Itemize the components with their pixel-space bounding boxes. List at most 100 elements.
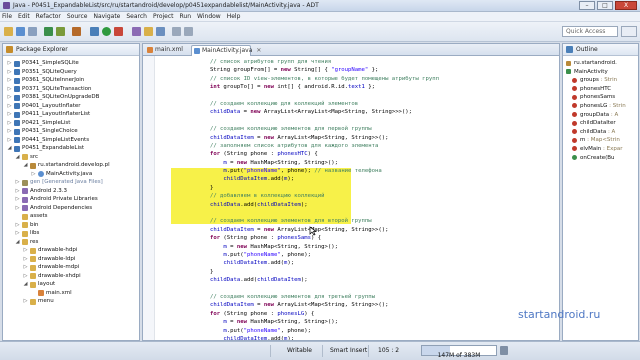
- collapsed-arrow-icon[interactable]: ▷: [15, 195, 20, 204]
- tree-item[interactable]: ▷ MainActivity.java: [3, 170, 139, 179]
- tree-item[interactable]: ▷ P0361_SQLiteInnerJoin: [3, 76, 139, 85]
- expanded-arrow-icon[interactable]: ◢: [15, 153, 20, 162]
- menu-file[interactable]: File: [2, 13, 12, 20]
- tree-item[interactable]: ▷ drawable-hdpi: [3, 246, 139, 255]
- outline-item[interactable]: groups : Strin: [563, 76, 638, 85]
- collapsed-arrow-icon[interactable]: ▷: [23, 255, 28, 264]
- collapsed-arrow-icon[interactable]: ▷: [15, 187, 20, 196]
- external-tools-icon[interactable]: [114, 27, 123, 36]
- menu-search[interactable]: Search: [126, 13, 147, 20]
- collapsed-arrow-icon[interactable]: ▷: [23, 263, 28, 272]
- new-icon[interactable]: [4, 27, 13, 36]
- outline-item[interactable]: elvMain : Expar: [563, 145, 638, 154]
- perspective-icon[interactable]: [621, 26, 637, 37]
- avd-manager-icon[interactable]: [56, 27, 65, 36]
- outline-item[interactable]: phonesHTC: [563, 85, 638, 94]
- tree-item[interactable]: ◢ src: [3, 153, 139, 162]
- menu-run[interactable]: Run: [180, 13, 192, 20]
- tree-item[interactable]: ▷ bin: [3, 221, 139, 230]
- expanded-arrow-icon[interactable]: ◢: [15, 238, 20, 247]
- outline-item[interactable]: phonesLG : Strin: [563, 102, 638, 111]
- outline-item[interactable]: phonesSams: [563, 93, 638, 102]
- menu-project[interactable]: Project: [153, 13, 174, 20]
- close-button[interactable]: X: [615, 1, 637, 10]
- tree-item[interactable]: ◢ layout: [3, 280, 139, 289]
- collapsed-arrow-icon[interactable]: ▷: [7, 68, 12, 77]
- tree-item[interactable]: assets: [3, 212, 139, 221]
- search-icon[interactable]: [156, 27, 165, 36]
- tree-item[interactable]: ▷ Android Dependencies: [3, 204, 139, 213]
- tree-item[interactable]: ▷ P0421_SimpleList: [3, 119, 139, 128]
- tree-item[interactable]: ▷ P0441_SimpleListEvents: [3, 136, 139, 145]
- outline-item[interactable]: MainActivity: [563, 68, 638, 77]
- outline-item[interactable]: groupData : A: [563, 111, 638, 120]
- back-icon[interactable]: [172, 27, 181, 36]
- collapsed-arrow-icon[interactable]: ▷: [23, 272, 28, 281]
- collapsed-arrow-icon[interactable]: ▷: [31, 170, 36, 179]
- tree-item[interactable]: main.xml: [3, 289, 139, 298]
- maximize-button[interactable]: □: [597, 1, 613, 10]
- garbage-collect-icon[interactable]: [500, 346, 508, 355]
- run-icon[interactable]: [102, 27, 111, 36]
- collapsed-arrow-icon[interactable]: ▷: [15, 204, 20, 213]
- collapsed-arrow-icon[interactable]: ▷: [23, 246, 28, 255]
- collapsed-arrow-icon[interactable]: ▷: [15, 178, 20, 187]
- tree-item[interactable]: ▷ P0371_SQLiteTransaction: [3, 85, 139, 94]
- expanded-arrow-icon[interactable]: ◢: [7, 144, 12, 153]
- tree-item[interactable]: ▷ P0411_LayoutInflaterList: [3, 110, 139, 119]
- expanded-arrow-icon[interactable]: ◢: [23, 280, 28, 289]
- menu-help[interactable]: Help: [227, 13, 241, 20]
- tree-item[interactable]: ▷ P0351_SQLiteQuery: [3, 68, 139, 77]
- tree-item[interactable]: ◢ P0451_ExpandableList: [3, 144, 139, 153]
- collapsed-arrow-icon[interactable]: ▷: [15, 221, 20, 230]
- expanded-arrow-icon[interactable]: ◢: [23, 161, 28, 170]
- collapsed-arrow-icon[interactable]: ▷: [7, 76, 12, 85]
- tree-item[interactable]: ▷ drawable-xhdpi: [3, 272, 139, 281]
- new-class-icon[interactable]: [132, 27, 141, 36]
- menu-edit[interactable]: Edit: [18, 13, 30, 20]
- tree-item[interactable]: ▷ P0401_LayoutInflater: [3, 102, 139, 111]
- collapsed-arrow-icon[interactable]: ▷: [7, 85, 12, 94]
- menu-refactor[interactable]: Refactor: [36, 13, 61, 20]
- collapsed-arrow-icon[interactable]: ▷: [7, 102, 12, 111]
- collapsed-arrow-icon[interactable]: ▷: [7, 93, 12, 102]
- collapsed-arrow-icon[interactable]: ▷: [7, 110, 12, 119]
- menu-source[interactable]: Source: [67, 13, 88, 20]
- tab-main-activity[interactable]: MainActivity.java ✕: [191, 45, 261, 56]
- tree-item[interactable]: ▷ P0431_SingleChoice: [3, 127, 139, 136]
- tree-item[interactable]: ▷ drawable-ldpi: [3, 255, 139, 264]
- outline-item[interactable]: childData : A: [563, 128, 638, 137]
- save-all-icon[interactable]: [28, 27, 37, 36]
- heap-status[interactable]: 147M of 383M: [421, 345, 497, 359]
- collapsed-arrow-icon[interactable]: ▷: [7, 59, 12, 68]
- tree-item[interactable]: ▷ P0381_SQLiteOnUpgradeDB: [3, 93, 139, 102]
- tree-item[interactable]: ◢ ru.startandroid.develop.pl: [3, 161, 139, 170]
- tree-item[interactable]: ▷ Android Private Libraries: [3, 195, 139, 204]
- minimize-button[interactable]: –: [579, 1, 595, 10]
- open-type-icon[interactable]: [144, 27, 153, 36]
- tree-item[interactable]: ▷ Android 2.3.3: [3, 187, 139, 196]
- collapsed-arrow-icon[interactable]: ▷: [7, 119, 12, 128]
- outline-item[interactable]: m : Map<Strin: [563, 136, 638, 145]
- tree-item[interactable]: ◢ res: [3, 238, 139, 247]
- tree-item[interactable]: ▷ menu: [3, 297, 139, 306]
- collapsed-arrow-icon[interactable]: ▷: [7, 136, 12, 145]
- outline-item[interactable]: onCreate(Bu: [563, 154, 638, 163]
- android-sdk-icon[interactable]: [44, 27, 53, 36]
- quick-access-input[interactable]: Quick Access: [562, 26, 618, 37]
- code-area[interactable]: // список атрибутов групп для чтения Str…: [183, 58, 555, 340]
- close-tab-icon[interactable]: ✕: [256, 47, 261, 54]
- tree-item[interactable]: ▷ drawable-mdpi: [3, 263, 139, 272]
- lint-icon[interactable]: [72, 27, 81, 36]
- menu-navigate[interactable]: Navigate: [93, 13, 120, 20]
- tree-item[interactable]: ▷ libs: [3, 229, 139, 238]
- collapsed-arrow-icon[interactable]: ▷: [23, 297, 28, 306]
- tree-item[interactable]: ▷ gen [Generated Java Files]: [3, 178, 139, 187]
- outline-item[interactable]: childDataIter: [563, 119, 638, 128]
- forward-icon[interactable]: [184, 27, 193, 36]
- debug-icon[interactable]: [90, 27, 99, 36]
- tree-item[interactable]: ▷ P0341_SimpleSQLite: [3, 59, 139, 68]
- outline-item[interactable]: ru.startandroid.: [563, 59, 638, 68]
- collapsed-arrow-icon[interactable]: ▷: [15, 229, 20, 238]
- collapsed-arrow-icon[interactable]: ▷: [7, 127, 12, 136]
